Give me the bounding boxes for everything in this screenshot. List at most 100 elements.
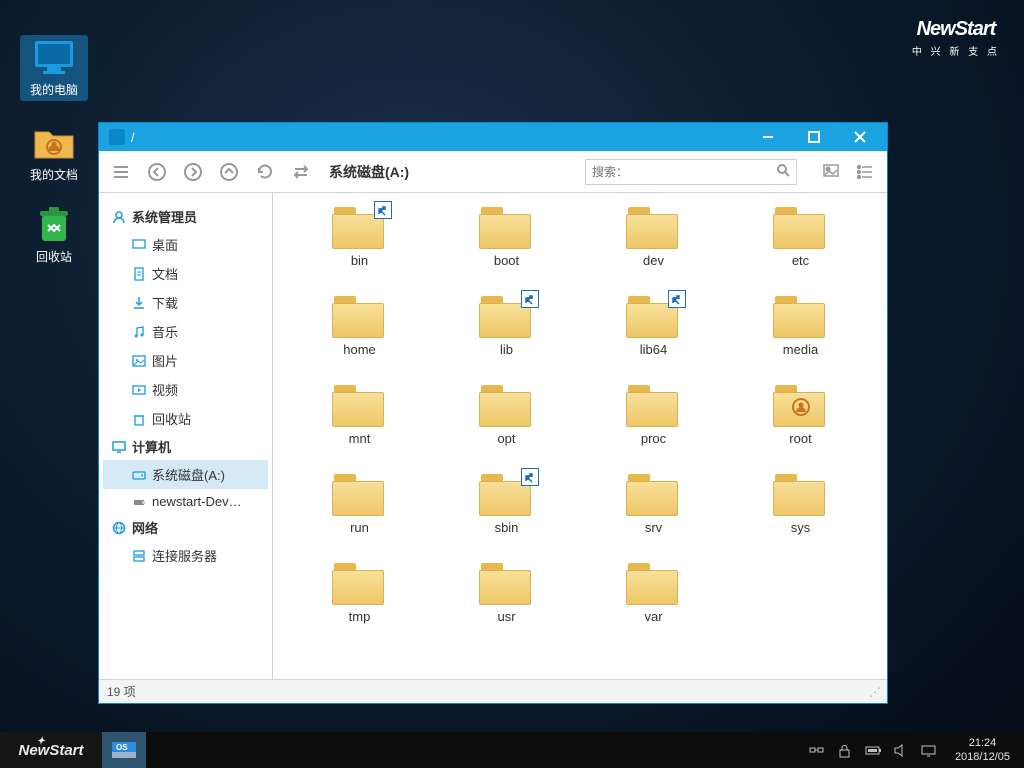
desktop-icon-my-documents[interactable]: 我的文档 [20, 123, 88, 183]
folder-icon [479, 385, 535, 431]
folder-home[interactable]: home [291, 296, 428, 357]
sidebar-item-图片[interactable]: 图片 [103, 346, 268, 375]
sidebar-item-文档[interactable]: 文档 [103, 259, 268, 288]
folder-label: usr [497, 609, 515, 624]
computer-small-icon [111, 439, 126, 454]
folder-label: proc [641, 431, 666, 446]
reload-button[interactable] [253, 160, 277, 184]
folder-label: boot [494, 253, 519, 268]
folder-icon [626, 385, 682, 431]
tray-volume-icon[interactable] [893, 743, 908, 758]
folder-label: dev [643, 253, 664, 268]
desktop-icon-my-computer[interactable]: 我的电脑 [20, 35, 88, 101]
folder-label: opt [497, 431, 515, 446]
sidebar-item-label: 下载 [152, 293, 178, 312]
sidebar-header-network[interactable]: 网络 [103, 514, 268, 541]
search-icon [776, 163, 790, 180]
desktop-icon-label: 回收站 [36, 250, 72, 264]
folder-proc[interactable]: proc [585, 385, 722, 446]
folder-icon [773, 385, 829, 431]
folder-mnt[interactable]: mnt [291, 385, 428, 446]
sidebar-item-label: 回收站 [152, 409, 191, 428]
back-button[interactable] [145, 160, 169, 184]
sidebar-item-音乐[interactable]: 音乐 [103, 317, 268, 346]
folder-lib64[interactable]: lib64 [585, 296, 722, 357]
sidebar-header-user[interactable]: 系统管理员 [103, 203, 268, 230]
sidebar-item-系统磁盘(A:)[interactable]: 系统磁盘(A:) [103, 460, 268, 489]
swap-button[interactable] [289, 160, 313, 184]
forward-button[interactable] [181, 160, 205, 184]
status-text: 19 项 [107, 683, 136, 700]
brand-logo: NewStart 中 兴 新 支 点 [912, 18, 1000, 58]
folder-label: lib [500, 342, 513, 357]
folder-lib[interactable]: lib [438, 296, 575, 357]
folder-usr[interactable]: usr [438, 563, 575, 624]
shortcut-badge-icon [668, 290, 686, 308]
sidebar-item-下载[interactable]: 下载 [103, 288, 268, 317]
tray-network-icon[interactable] [809, 743, 824, 758]
folder-run[interactable]: run [291, 474, 428, 535]
main-pane[interactable]: bin boot dev etc home lib lib64media mnt opt proc… [273, 193, 887, 679]
computer-icon [32, 38, 76, 78]
titlebar[interactable]: / [99, 123, 887, 151]
thumbnail-view-button[interactable] [819, 160, 843, 184]
sidebar-item-newstart-Dev…[interactable]: newstart-Dev… [103, 489, 268, 514]
up-button[interactable] [217, 160, 241, 184]
sidebar-header-computer[interactable]: 计算机 [103, 433, 268, 460]
folder-dev[interactable]: dev [585, 207, 722, 268]
sidebar-item-label: 视频 [152, 380, 178, 399]
desktop-icon-label: 我的电脑 [30, 83, 78, 97]
sidebar-item-连接服务器[interactable]: 连接服务器 [103, 541, 268, 570]
folder-sbin[interactable]: sbin [438, 474, 575, 535]
user-overlay-icon [791, 397, 811, 420]
close-button[interactable] [837, 123, 883, 151]
search-box[interactable] [585, 159, 797, 185]
svg-text:OS: OS [116, 743, 128, 752]
toolbar: 系统磁盘(A:) [99, 151, 887, 193]
folder-icon [626, 563, 682, 609]
folder-icon [479, 296, 535, 342]
folder-icon [773, 207, 829, 253]
clock-time: 21:24 [955, 736, 1010, 750]
folder-var[interactable]: var [585, 563, 722, 624]
tray-battery-icon[interactable] [865, 743, 880, 758]
folder-etc[interactable]: etc [732, 207, 869, 268]
desktop-icon-label: 我的文档 [30, 168, 78, 182]
start-label: NewStart [18, 742, 83, 759]
desktop-icon-recycle-bin[interactable]: 回收站 [20, 205, 88, 265]
sidebar-header-label: 计算机 [132, 437, 171, 456]
desktop-icons: 我的电脑 我的文档 回收站 [20, 35, 88, 265]
video-icon [131, 382, 146, 397]
minimize-button[interactable] [745, 123, 791, 151]
sidebar-item-label: 音乐 [152, 322, 178, 341]
taskbar-clock[interactable]: 21:24 2018/12/05 [949, 736, 1016, 765]
shortcut-badge-icon [521, 468, 539, 486]
sidebar-item-桌面[interactable]: 桌面 [103, 230, 268, 259]
sidebar-item-label: 连接服务器 [152, 546, 217, 565]
folder-root[interactable]: root [732, 385, 869, 446]
folder-bin[interactable]: bin [291, 207, 428, 268]
resize-grip[interactable]: ⋰ [869, 685, 879, 699]
folder-tmp[interactable]: tmp [291, 563, 428, 624]
folder-icon [332, 474, 388, 520]
menu-button[interactable] [109, 160, 133, 184]
list-view-button[interactable] [853, 160, 877, 184]
sidebar-item-回收站[interactable]: 回收站 [103, 404, 268, 433]
folder-srv[interactable]: srv [585, 474, 722, 535]
location-label: 系统磁盘(A:) [329, 162, 409, 182]
tray-display-icon[interactable] [921, 743, 936, 758]
search-input[interactable] [592, 165, 776, 179]
folder-boot[interactable]: boot [438, 207, 575, 268]
folder-sys[interactable]: sys [732, 474, 869, 535]
start-button[interactable]: ✦ NewStart [0, 732, 102, 768]
folder-label: bin [351, 253, 368, 268]
folder-label: sbin [495, 520, 519, 535]
folder-opt[interactable]: opt [438, 385, 575, 446]
taskbar-app-filemanager[interactable]: OS [102, 732, 146, 768]
tray-lock-icon[interactable] [837, 743, 852, 758]
folder-label: root [789, 431, 811, 446]
folder-media[interactable]: media [732, 296, 869, 357]
sidebar-item-视频[interactable]: 视频 [103, 375, 268, 404]
maximize-button[interactable] [791, 123, 837, 151]
system-tray: 21:24 2018/12/05 [809, 736, 1024, 765]
